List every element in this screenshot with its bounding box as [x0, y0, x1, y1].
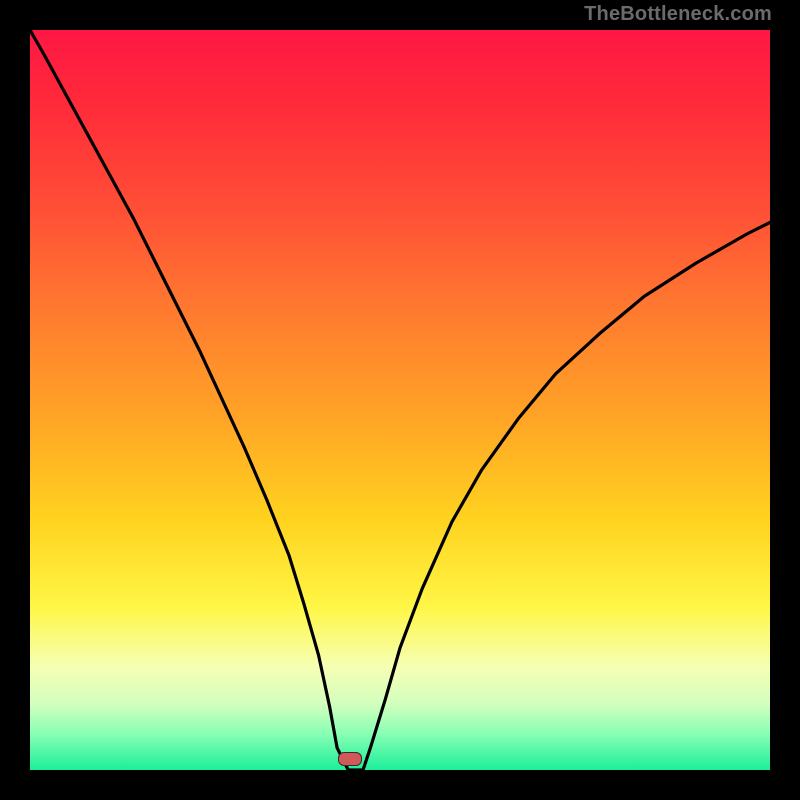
plot-area	[30, 30, 770, 770]
chart-frame: TheBottleneck.com	[0, 0, 800, 800]
curve-svg	[30, 30, 770, 770]
bottleneck-curve	[30, 30, 770, 770]
attribution-label: TheBottleneck.com	[584, 3, 772, 26]
minimum-marker	[338, 752, 362, 766]
